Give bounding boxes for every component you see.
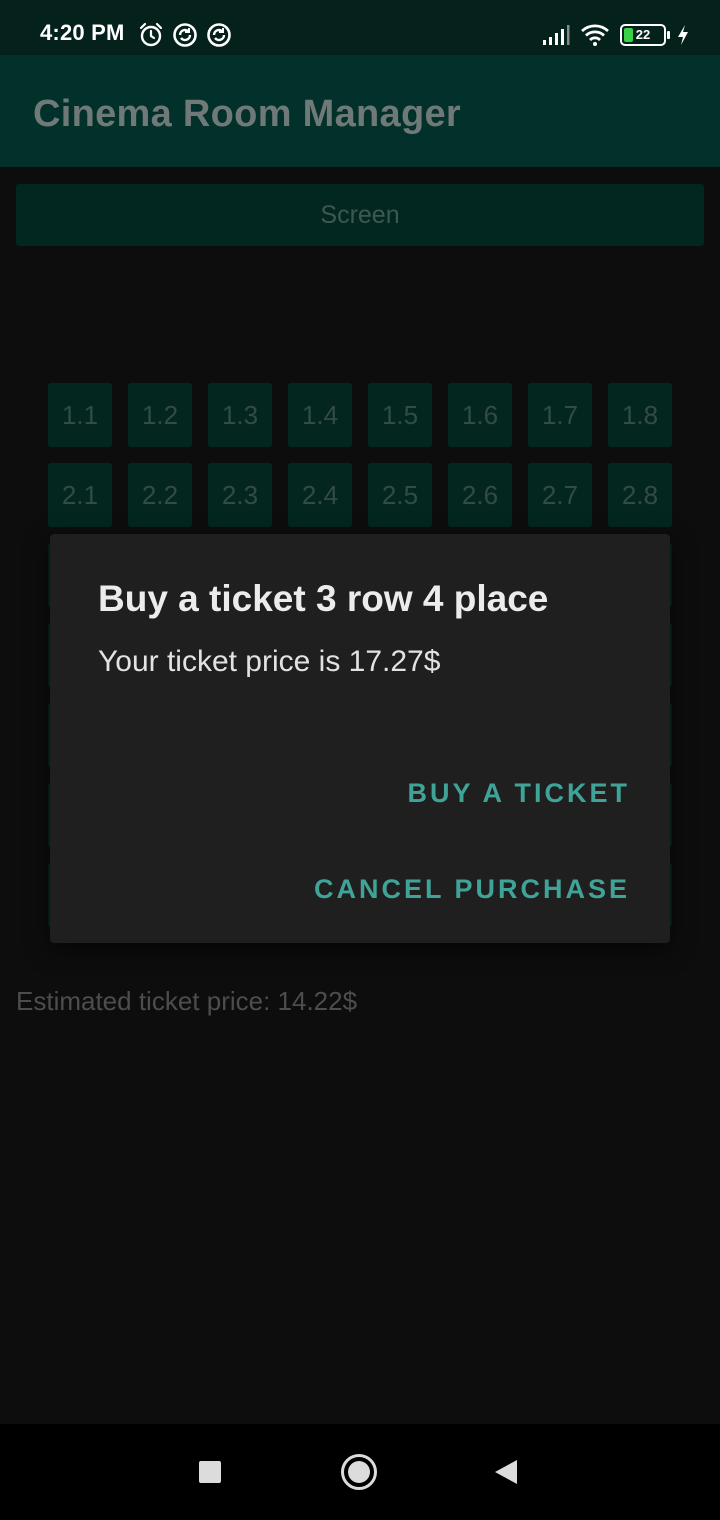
seat-1-2[interactable]: 1.2 (128, 383, 192, 447)
status-icons-left (138, 22, 232, 48)
signal-icon (543, 25, 570, 45)
cancel-purchase-button[interactable]: CANCEL PURCHASE (314, 874, 630, 905)
seat-1-8[interactable]: 1.8 (608, 383, 672, 447)
back-icon[interactable] (495, 1460, 517, 1484)
seat-row-2: 2.1 2.2 2.3 2.4 2.5 2.6 2.7 2.8 (48, 463, 672, 527)
sync-icon (207, 23, 231, 47)
dialog-title: Buy a ticket 3 row 4 place (98, 578, 549, 619)
app-bar: Cinema Room Manager (0, 55, 720, 167)
home-icon[interactable] (341, 1454, 377, 1490)
sync-icon (173, 23, 197, 47)
seat-2-5[interactable]: 2.5 (368, 463, 432, 527)
buy-ticket-button[interactable]: BUY A TICKET (407, 778, 630, 809)
seat-2-8[interactable]: 2.8 (608, 463, 672, 527)
seat-1-5[interactable]: 1.5 (368, 383, 432, 447)
seat-2-7[interactable]: 2.7 (528, 463, 592, 527)
dialog-message: Your ticket price is 17.27$ (98, 645, 441, 678)
purchase-dialog: Buy a ticket 3 row 4 place Your ticket p… (50, 534, 670, 943)
seat-2-2[interactable]: 2.2 (128, 463, 192, 527)
status-bar: 4:20 PM 22 (0, 0, 720, 55)
seat-1-6[interactable]: 1.6 (448, 383, 512, 447)
status-time: 4:20 PM (40, 20, 125, 45)
estimated-price: Estimated ticket price: 14.22$ (16, 986, 358, 1016)
screen-indicator: Screen (16, 184, 704, 246)
seat-2-3[interactable]: 2.3 (208, 463, 272, 527)
recents-icon[interactable] (199, 1461, 221, 1483)
seat-1-3[interactable]: 1.3 (208, 383, 272, 447)
seat-2-1[interactable]: 2.1 (48, 463, 112, 527)
seat-1-7[interactable]: 1.7 (528, 383, 592, 447)
alarm-icon (139, 22, 163, 47)
seat-2-6[interactable]: 2.6 (448, 463, 512, 527)
seat-1-1[interactable]: 1.1 (48, 383, 112, 447)
wifi-icon (581, 24, 609, 46)
app-title: Cinema Room Manager (33, 93, 462, 135)
seat-2-4[interactable]: 2.4 (288, 463, 352, 527)
navigation-bar (0, 1424, 720, 1520)
status-icons-right: 22 (542, 22, 690, 48)
seat-1-4[interactable]: 1.4 (288, 383, 352, 447)
battery-level: 22 (635, 27, 651, 42)
seat-row-1: 1.1 1.2 1.3 1.4 1.5 1.6 1.7 1.8 (48, 383, 672, 447)
battery-icon: 22 (620, 24, 670, 46)
charging-icon (678, 25, 688, 45)
